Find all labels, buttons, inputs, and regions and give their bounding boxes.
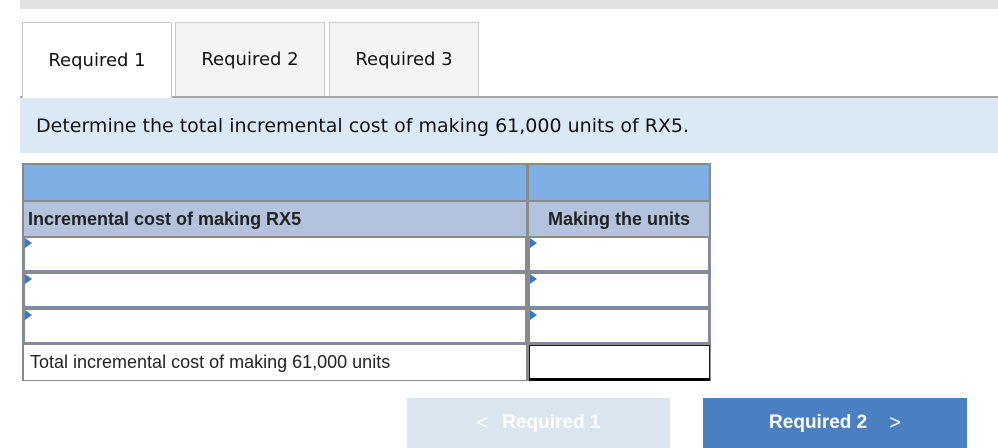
total-value[interactable] (529, 345, 710, 381)
cost-value-input-2[interactable] (530, 274, 708, 306)
cost-item-label-3[interactable] (24, 309, 526, 343)
prev-button-label: Required 1 (502, 412, 601, 433)
cost-value-1[interactable] (529, 237, 709, 271)
next-button-label: Required 2 (769, 412, 868, 433)
row-marker-icon (25, 310, 32, 320)
next-required-button[interactable]: Required 2 > (703, 398, 967, 448)
total-value-input[interactable] (530, 346, 709, 378)
cost-value-input-3[interactable] (530, 310, 708, 342)
row-marker-icon (530, 238, 537, 248)
question-prompt: Determine the total incremental cost of … (20, 98, 998, 153)
column-header-cost: Incremental cost of making RX5 (24, 202, 526, 236)
chevron-left-icon: < (476, 411, 489, 434)
total-label: Total incremental cost of making 61,000 … (24, 345, 526, 380)
top-bar (20, 0, 998, 9)
cost-item-input-3[interactable] (25, 310, 525, 342)
table-header-left (24, 165, 526, 200)
tab-required-2[interactable]: Required 2 (175, 22, 325, 96)
table-header-right (529, 165, 709, 200)
row-marker-icon (530, 310, 537, 320)
cost-item-input-1[interactable] (25, 238, 525, 270)
column-header-making-units: Making the units (529, 202, 709, 236)
tab-required-1[interactable]: Required 1 (22, 22, 172, 98)
prev-required-button[interactable]: < Required 1 (407, 398, 670, 448)
cost-value-3[interactable] (529, 309, 709, 343)
tab-required-3[interactable]: Required 3 (329, 22, 479, 96)
row-marker-icon (25, 238, 32, 248)
cost-item-input-2[interactable] (25, 274, 525, 306)
cost-value-input-1[interactable] (530, 238, 708, 270)
cost-value-2[interactable] (529, 273, 709, 307)
cost-item-label-2[interactable] (24, 273, 526, 307)
row-marker-icon (25, 274, 32, 284)
chevron-right-icon: > (889, 411, 901, 434)
row-marker-icon (530, 274, 537, 284)
cost-item-label-1[interactable] (24, 237, 526, 271)
